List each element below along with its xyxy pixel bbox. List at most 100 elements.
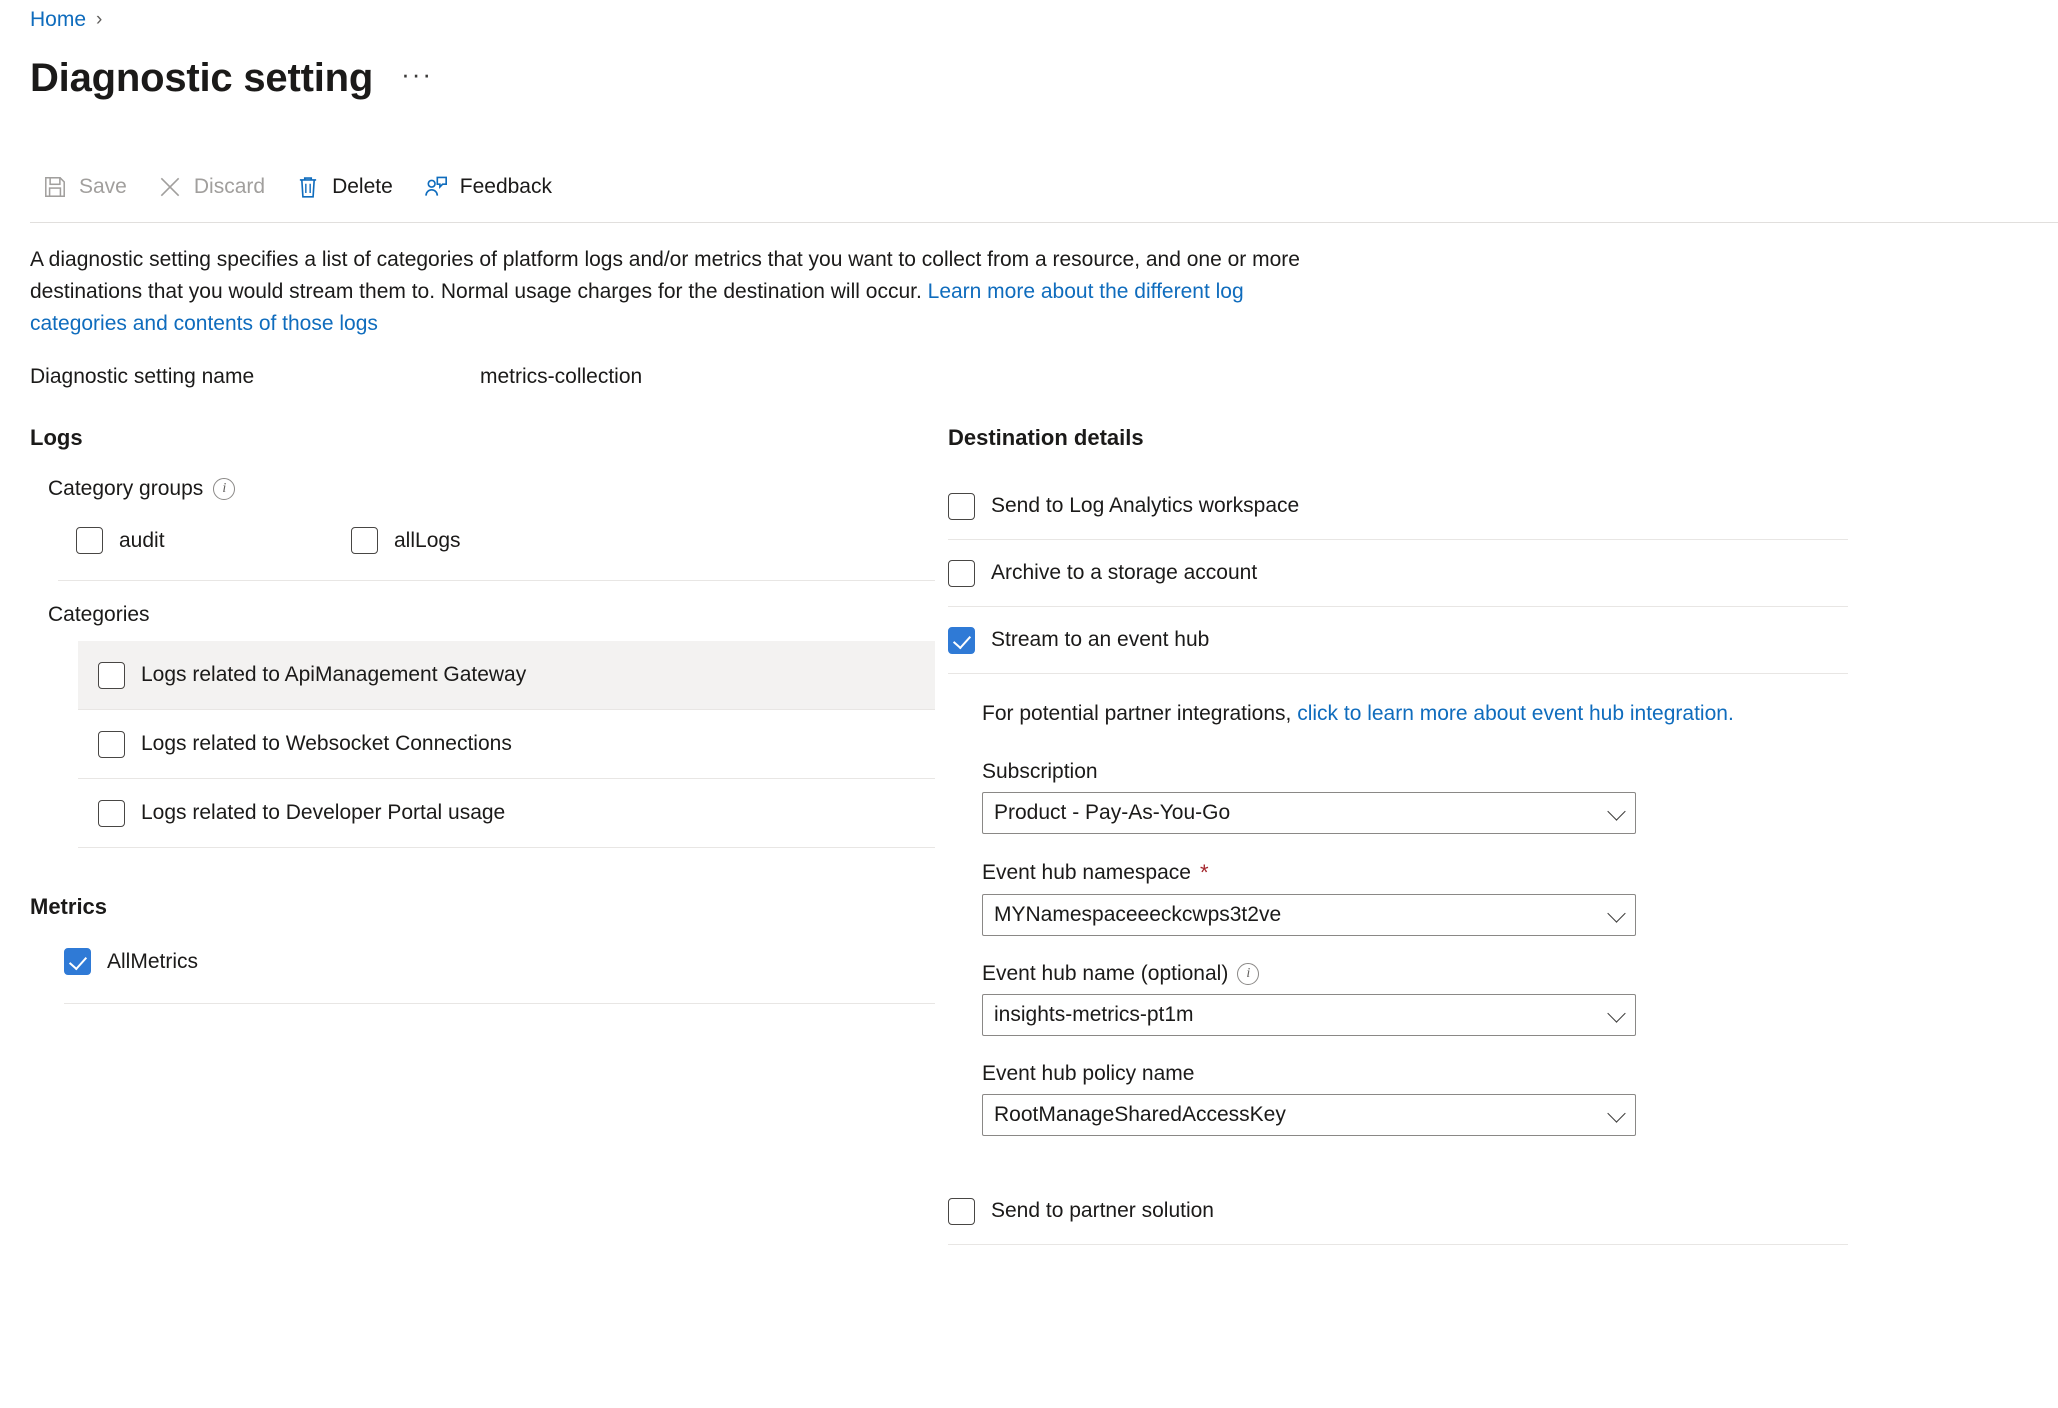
category-developer-portal-usage[interactable]: Logs related to Developer Portal usage — [98, 799, 505, 827]
chevron-down-icon — [1607, 802, 1626, 821]
send-to-log-analytics-workspace[interactable]: Send to Log Analytics workspace — [948, 492, 1300, 520]
category-row-websocket-connections[interactable]: Logs related to Websocket Connections — [78, 710, 935, 778]
save-button[interactable]: Save — [30, 168, 145, 206]
subscription-value: Product - Pay-As-You-Go — [994, 801, 1231, 824]
trash-icon — [299, 177, 317, 198]
categories-label-text: Categories — [48, 603, 150, 626]
category-group-alllogs[interactable]: allLogs — [351, 527, 461, 554]
event-hub-namespace-field: Event hub namespace * MYNamespaceeeckcwp… — [948, 860, 1848, 936]
chevron-down-icon — [1607, 1104, 1626, 1123]
command-bar-divider — [30, 222, 2058, 223]
subscription-label-text: Subscription — [982, 760, 1098, 783]
breadcrumb-separator-icon: › — [96, 9, 103, 30]
event-hub-policy-name-label: Event hub policy name — [982, 1062, 1848, 1086]
audit-label: audit — [119, 528, 165, 552]
event-hub-namespace-value: MYNamespaceeeckcwps3t2ve — [994, 903, 1282, 926]
archive-to-storage-account[interactable]: Archive to a storage account — [948, 559, 1258, 587]
metrics-list: AllMetrics — [30, 948, 935, 1004]
required-asterisk-icon: * — [1199, 860, 1209, 885]
partner-integration-text: For potential partner integrations, — [982, 702, 1298, 725]
category-group-audit[interactable]: audit — [76, 527, 351, 554]
category-row-apimanagement-gateway[interactable]: Logs related to ApiManagement Gateway — [78, 641, 935, 709]
destination-row-partner-solution[interactable]: Send to partner solution — [948, 1178, 1848, 1244]
category-divider-3 — [78, 847, 935, 848]
event-hub-checkbox[interactable] — [948, 626, 975, 654]
diagnostic-setting-name-label: Diagnostic setting name — [30, 365, 255, 388]
category-groups-label: Category groups — [48, 477, 204, 500]
categories-list: Logs related to ApiManagement Gateway Lo… — [30, 641, 935, 848]
send-to-partner-solution[interactable]: Send to partner solution — [948, 1197, 1214, 1225]
developer-portal-usage-checkbox[interactable] — [98, 799, 125, 827]
page-title: Diagnostic setting — [30, 56, 374, 100]
subscription-label: Subscription — [982, 760, 1848, 784]
alllogs-label: allLogs — [394, 528, 461, 552]
destination-row-storage-account[interactable]: Archive to a storage account — [948, 540, 1848, 606]
category-row-developer-portal-usage[interactable]: Logs related to Developer Portal usage — [78, 779, 935, 847]
feedback-button[interactable]: Feedback — [411, 168, 570, 206]
chevron-down-icon — [1607, 904, 1626, 923]
discard-button[interactable]: Discard — [145, 168, 283, 206]
more-options-icon[interactable]: ··· — [401, 61, 433, 87]
websocket-connections-checkbox[interactable] — [98, 730, 125, 758]
event-hub-namespace-select[interactable]: MYNamespaceeeckcwps3t2ve — [982, 894, 1636, 936]
category-apimanagement-gateway[interactable]: Logs related to ApiManagement Gateway — [98, 661, 527, 689]
event-hub-name-field: Event hub name (optional) i insights-met… — [948, 962, 1848, 1036]
category-groups-divider — [58, 580, 935, 581]
category-websocket-connections[interactable]: Logs related to Websocket Connections — [98, 730, 512, 758]
event-hub-policy-name-field: Event hub policy name RootManageSharedAc… — [948, 1062, 1848, 1136]
allmetrics-checkbox[interactable] — [64, 948, 91, 975]
destination-options: Send to Log Analytics workspace Archive … — [948, 473, 1848, 674]
websocket-connections-label: Logs related to Websocket Connections — [141, 732, 512, 755]
storage-account-label: Archive to a storage account — [991, 561, 1258, 584]
partner-integration-line: For potential partner integrations, clic… — [948, 702, 1848, 726]
breadcrumb: Home › — [30, 8, 102, 32]
metric-allmetrics[interactable]: AllMetrics — [64, 948, 935, 975]
metrics-divider — [64, 1003, 935, 1004]
event-hub-name-select[interactable]: insights-metrics-pt1m — [982, 994, 1636, 1036]
stream-to-event-hub[interactable]: Stream to an event hub — [948, 626, 1209, 654]
title-row: Diagnostic setting ··· — [30, 56, 433, 101]
feedback-label: Feedback — [459, 175, 552, 198]
event-hub-name-label-text: Event hub name (optional) — [982, 962, 1229, 985]
destination-divider-4 — [948, 1244, 1848, 1245]
feedback-person-icon — [424, 176, 447, 196]
diagnostic-setting-name-row: Diagnostic setting name metrics-collecti… — [30, 365, 642, 389]
destination-row-event-hub[interactable]: Stream to an event hub — [948, 607, 1848, 673]
save-label: Save — [79, 175, 127, 198]
breadcrumb-home-link[interactable]: Home — [30, 8, 86, 32]
apimanagement-gateway-checkbox[interactable] — [98, 661, 125, 689]
event-hub-policy-name-label-text: Event hub policy name — [982, 1062, 1195, 1085]
destination-row-log-analytics[interactable]: Send to Log Analytics workspace — [948, 473, 1848, 539]
partner-solution-checkbox[interactable] — [948, 1197, 975, 1225]
event-hub-name-label: Event hub name (optional) i — [982, 962, 1848, 986]
description-text: A diagnostic setting specifies a list of… — [30, 244, 1320, 340]
category-groups-label-row: Category groups i — [30, 477, 935, 501]
category-groups-list: audit allLogs — [30, 527, 935, 554]
info-icon[interactable]: i — [1237, 963, 1260, 985]
subscription-field: Subscription Product - Pay-As-You-Go — [948, 760, 1848, 834]
log-analytics-checkbox[interactable] — [948, 492, 975, 520]
destination-details-column: Destination details Send to Log Analytic… — [948, 425, 1848, 1245]
categories-label: Categories — [30, 603, 935, 627]
storage-account-checkbox[interactable] — [948, 559, 975, 587]
diagnostic-setting-page: Home › Diagnostic setting ··· Save Disca… — [0, 0, 2058, 1408]
destination-details-heading: Destination details — [948, 425, 1144, 450]
event-hub-policy-name-value: RootManageSharedAccessKey — [994, 1103, 1286, 1126]
log-analytics-label: Send to Log Analytics workspace — [991, 494, 1300, 517]
apimanagement-gateway-label: Logs related to ApiManagement Gateway — [141, 663, 527, 686]
alllogs-checkbox[interactable] — [351, 527, 378, 554]
subscription-select[interactable]: Product - Pay-As-You-Go — [982, 792, 1636, 834]
event-hub-integration-link[interactable]: click to learn more about event hub inte… — [1297, 702, 1734, 725]
diagnostic-setting-name-value: metrics-collection — [480, 365, 643, 388]
delete-label: Delete — [332, 175, 393, 198]
close-icon — [160, 177, 180, 197]
event-hub-namespace-label-text: Event hub namespace — [982, 861, 1191, 884]
delete-button[interactable]: Delete — [283, 168, 411, 206]
discard-label: Discard — [193, 175, 266, 198]
metrics-heading: Metrics — [30, 894, 108, 919]
info-icon[interactable]: i — [213, 478, 236, 500]
partner-solution-section: Send to partner solution — [948, 1178, 1848, 1245]
audit-checkbox[interactable] — [76, 527, 103, 554]
event-hub-policy-name-select[interactable]: RootManageSharedAccessKey — [982, 1094, 1636, 1136]
partner-solution-label: Send to partner solution — [991, 1199, 1214, 1222]
